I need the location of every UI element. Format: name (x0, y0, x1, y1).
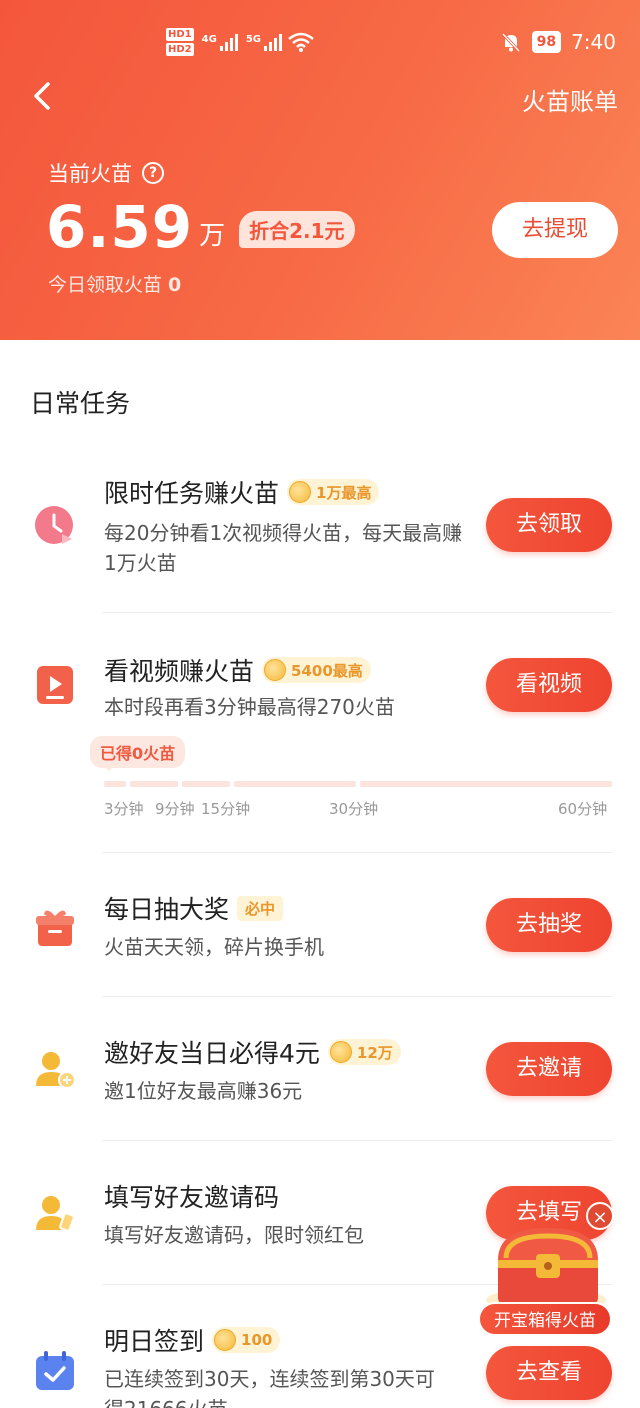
hd-indicators: HD1 HD2 (166, 28, 194, 56)
task-4-desc: 邀1位好友最高赚36元 (104, 1079, 303, 1103)
task-3-title-row: 每日抽大奖 必中 (104, 890, 284, 926)
task-6-title: 明日签到 (104, 1327, 205, 1356)
status-right: 98 7:40 (500, 30, 616, 54)
video-icon (37, 666, 73, 704)
hd2-badge: HD2 (166, 43, 194, 56)
task-2-title: 看视频赚火苗 (104, 657, 255, 686)
task-2-title-row: 看视频赚火苗 5400最高 (104, 652, 371, 688)
divider (102, 996, 612, 997)
today-label: 今日领取火苗 (48, 274, 163, 296)
task-1-desc: 每20分钟看1次视频得火苗，每天最高赚1万火苗 (104, 521, 463, 575)
status-bar: HD1 HD2 4G 5G 98 7:40 (0, 28, 640, 62)
balance-row: 6.59 万 折合2.1元 (46, 192, 355, 262)
task-1-reward-badge: 1万最高 (287, 479, 380, 505)
section-title: 日常任务 (30, 389, 131, 418)
clock-icon (35, 506, 73, 544)
add-friend-icon (36, 1052, 76, 1089)
coin-icon (214, 1329, 237, 1351)
status-left: HD1 HD2 4G 5G (166, 28, 314, 56)
task-2-desc: 本时段再看3分钟最高得270火苗 (104, 695, 395, 719)
balance-label: 当前火苗 (48, 162, 132, 186)
task-2-reward-badge: 5400最高 (262, 657, 371, 683)
task-6-badge-text: 100 (241, 1331, 273, 1349)
convert-badge: 折合2.1元 (239, 211, 355, 248)
today-received: 今日领取火苗 0 (48, 270, 181, 297)
gift-icon (36, 910, 74, 946)
coin-icon (289, 481, 312, 503)
task-6-desc: 已连续签到30天，连续签到第30天可得21666火苗 (104, 1367, 435, 1408)
flame-bill-link[interactable]: 火苗账单 (522, 82, 618, 117)
divider (102, 852, 612, 853)
divider (102, 1140, 612, 1141)
task-1-button[interactable]: 去领取 (486, 498, 612, 552)
task-3-desc: 火苗天天领，碎片换手机 (104, 935, 324, 959)
task-1-title-row: 限时任务赚火苗 1万最高 (104, 474, 380, 510)
task-6-button[interactable]: 去查看 (486, 1346, 612, 1400)
help-icon[interactable]: ? (142, 162, 164, 184)
progress-tick: 3分钟 (104, 800, 144, 818)
task-5-desc: 填写好友邀请码，限时领红包 (104, 1223, 364, 1247)
chest-close-icon[interactable]: × (586, 1202, 614, 1230)
signal-1-icon: 4G (202, 33, 238, 51)
task-5-title: 填写好友邀请码 (104, 1183, 280, 1212)
invite-code-icon (36, 1196, 75, 1232)
progress-tick: 60分钟 (558, 800, 608, 818)
progress-earned-badge: 已得0火苗 (90, 736, 186, 771)
coin-icon (329, 1041, 352, 1063)
progress-tick: 15分钟 (201, 800, 251, 818)
task-2-button[interactable]: 看视频 (486, 658, 612, 712)
task-1-badge-text: 1万最高 (316, 483, 372, 502)
task-4-title-row: 邀好友当日必得4元 12万 (104, 1034, 401, 1070)
balance-unit: 万 (199, 221, 226, 251)
task-6-reward-badge: 100 (212, 1327, 281, 1353)
signal-2-icon: 5G (246, 33, 282, 51)
task-4-button[interactable]: 去邀请 (486, 1042, 612, 1096)
task-4-badge-text: 12万 (356, 1043, 393, 1062)
calendar-check-icon (36, 1351, 74, 1390)
task-4-reward-badge: 12万 (327, 1039, 401, 1065)
header: HD1 HD2 4G 5G 98 7:40 火苗账单 当前火苗 ? 6.59 万… (0, 0, 640, 340)
task-5-title-row: 填写好友邀请码 (104, 1178, 279, 1214)
battery-icon: 98 (531, 31, 562, 53)
progress-track (104, 781, 612, 787)
divider (102, 612, 612, 613)
progress-tick: 30分钟 (329, 800, 379, 818)
balance-label-row: 当前火苗 ? (48, 158, 164, 188)
task-3-title: 每日抽大奖 (104, 895, 230, 924)
today-value: 0 (168, 274, 182, 296)
chevron-left-icon[interactable] (26, 78, 62, 114)
wifi-icon (288, 32, 314, 52)
chest-label[interactable]: 开宝箱得火苗 (478, 1302, 612, 1336)
withdraw-button[interactable]: 去提现 (492, 202, 618, 258)
task-3-badge: 必中 (237, 895, 284, 921)
mute-bell-icon (501, 32, 520, 53)
task-6-title-row: 明日签到 100 (104, 1322, 281, 1358)
status-time: 7:40 (571, 30, 616, 54)
task-3-button[interactable]: 去抽奖 (486, 898, 612, 952)
progress-tick: 9分钟 (155, 800, 195, 818)
coin-icon (264, 659, 287, 681)
task-4-title: 邀好友当日必得4元 (104, 1039, 320, 1068)
balance-amount: 6.59 (46, 193, 194, 261)
task-2-badge-text: 5400最高 (291, 661, 363, 680)
task-1-title: 限时任务赚火苗 (104, 479, 280, 508)
hd1-badge: HD1 (166, 28, 194, 41)
